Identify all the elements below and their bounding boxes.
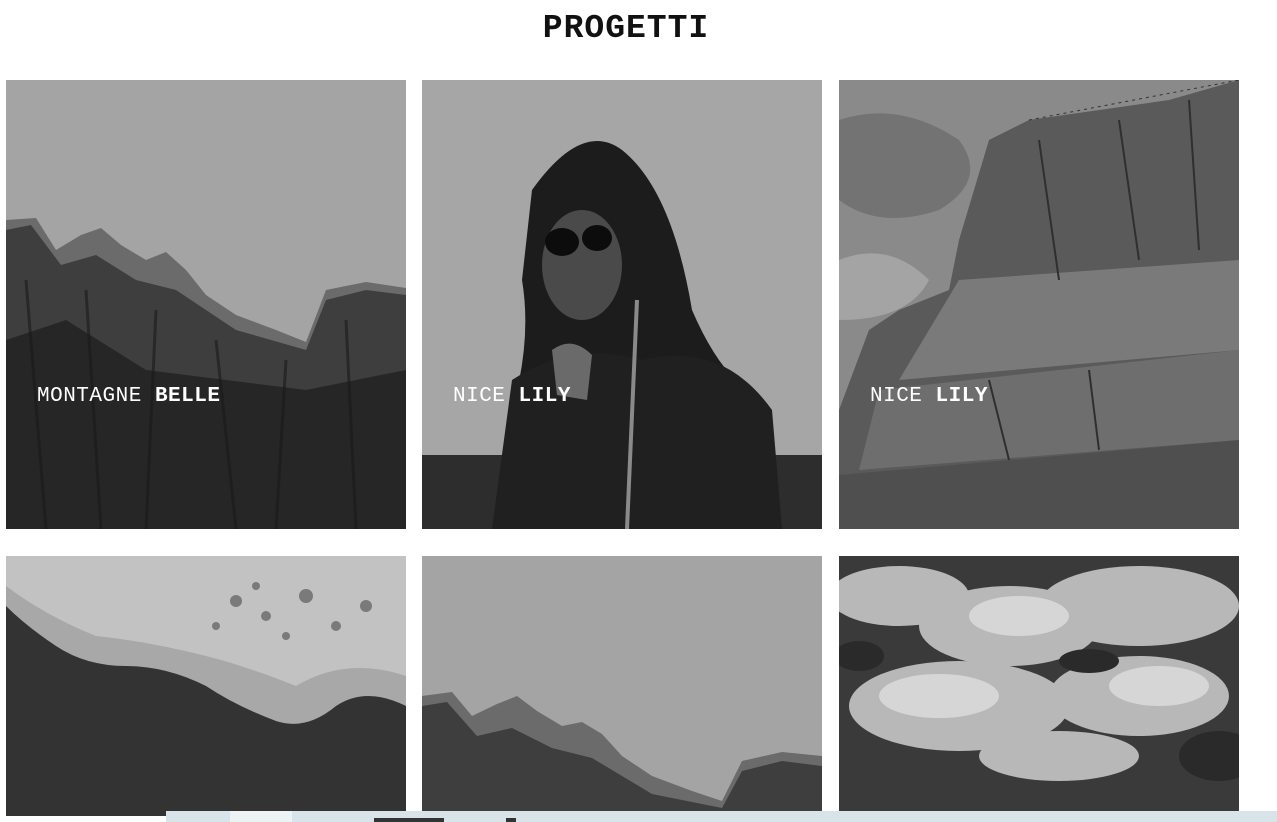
bottom-bar-segment <box>230 811 292 822</box>
project-caption: MONTAGNE BELLE <box>37 385 221 408</box>
project-caption: NICE LILY <box>870 385 988 408</box>
bottom-bar <box>166 811 1277 822</box>
mountain-peaks-image <box>6 80 406 529</box>
cloudy-sky-image <box>839 556 1239 816</box>
project-tile[interactable] <box>422 556 822 816</box>
page-title: PROGETTI <box>542 10 710 47</box>
mountain-peaks-image <box>422 556 822 816</box>
project-tile[interactable] <box>6 556 406 816</box>
bottom-bar-mark <box>506 818 516 822</box>
bottom-bar-mark <box>374 818 444 822</box>
project-tile[interactable] <box>839 556 1239 816</box>
woman-sunglasses-image <box>422 80 822 529</box>
page: PROGETTI MONTAGNE BELLE NICE LILY NICE L… <box>0 0 1277 822</box>
project-tile[interactable]: MONTAGNE BELLE <box>6 80 406 529</box>
project-tile[interactable]: NICE LILY <box>839 80 1239 529</box>
marble-quarry-image <box>839 80 1239 529</box>
project-tile[interactable]: NICE LILY <box>422 80 822 529</box>
sea-foam-beach-image <box>6 556 406 816</box>
project-caption: NICE LILY <box>453 385 571 408</box>
